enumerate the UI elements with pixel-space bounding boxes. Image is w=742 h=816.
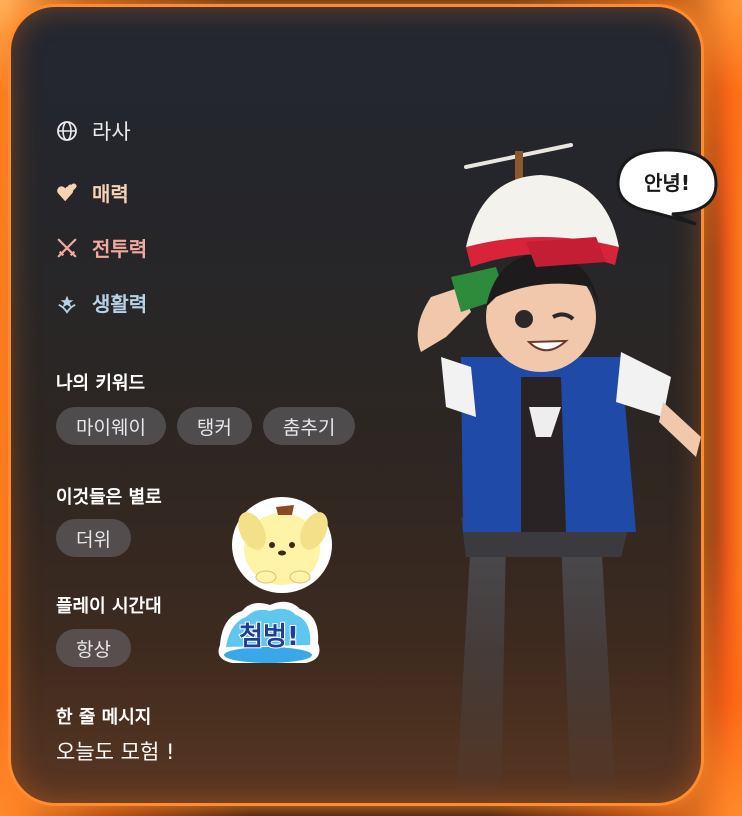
profile-info: 라사 매력 전투력 생활력 나의 키워드 마이웨이 탱커 춤추기 이것들은 별로… xyxy=(56,7,436,803)
character-avatar xyxy=(417,143,701,803)
sprout-icon xyxy=(56,292,78,314)
stat-label: 전투력 xyxy=(92,237,148,261)
stat-label: 생활력 xyxy=(92,292,148,316)
message-text: 오늘도 모험 ! xyxy=(56,740,175,764)
dog-sticker xyxy=(232,497,332,593)
stat-label: 매력 xyxy=(92,182,129,206)
region-row: 라사 xyxy=(56,116,131,146)
splash-text: 첨벙! xyxy=(239,622,299,652)
region-label: 라사 xyxy=(92,120,131,144)
keywords-title: 나의 키워드 xyxy=(56,373,146,394)
keywords-chips: 마이웨이 탱커 춤추기 xyxy=(56,407,356,445)
message-title: 한 줄 메시지 xyxy=(56,707,152,728)
keyword-chip: 탱커 xyxy=(176,407,252,445)
keyword-chip: 춤추기 xyxy=(262,407,356,445)
profile-card: 라사 매력 전투력 생활력 나의 키워드 마이웨이 탱커 춤추기 이것들은 별로… xyxy=(11,7,701,803)
stat-combat: 전투력 xyxy=(56,233,147,262)
playtime-chip: 항상 xyxy=(56,629,131,667)
speech-bubble: 안녕! xyxy=(616,148,718,226)
speech-text: 안녕! xyxy=(644,171,690,195)
stat-life: 생활력 xyxy=(56,288,147,317)
playtime-title: 플레이 시간대 xyxy=(56,596,162,617)
dislike-chip: 더위 xyxy=(56,519,131,557)
stat-charm: 매력 xyxy=(56,178,129,207)
hearts-icon xyxy=(56,182,78,204)
globe-icon xyxy=(56,120,78,142)
dislikes-title: 이것들은 별로 xyxy=(56,487,162,508)
splash-sticker: 첨벙! xyxy=(218,601,320,663)
dislikes-chips: 더위 xyxy=(56,519,131,557)
keyword-chip: 마이웨이 xyxy=(56,407,166,445)
playtime-chips: 항상 xyxy=(56,629,131,667)
crossed-swords-icon xyxy=(56,237,78,259)
